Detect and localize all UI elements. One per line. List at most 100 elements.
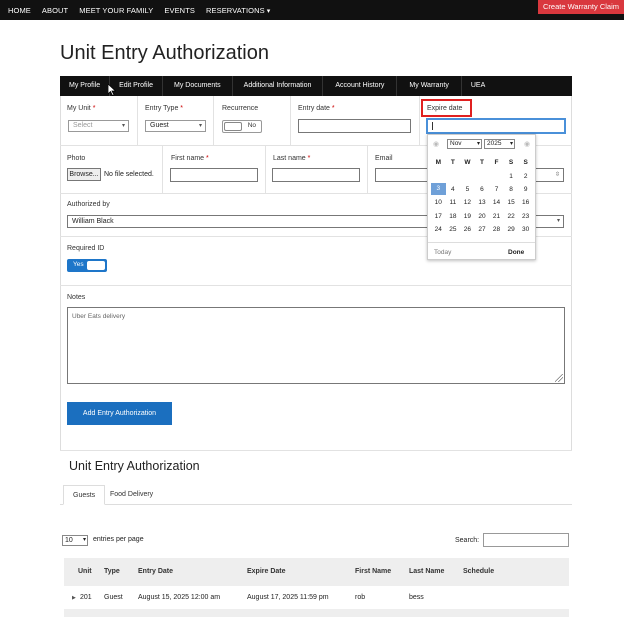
calendar-day[interactable]: 23: [518, 213, 533, 220]
expand-row-icon[interactable]: ▶: [72, 595, 76, 601]
calendar-day[interactable]: 26: [460, 226, 475, 233]
stepper-icon[interactable]: ⇳: [555, 169, 560, 181]
calendar-day[interactable]: 6: [475, 186, 490, 193]
calendar-week: 17 18 19 20 21 22 23: [431, 210, 533, 223]
datepicker-popup: ◉ Nov 2025 ◉ MTWTFSS12345678910111213141…: [427, 134, 536, 260]
weekday-header: MTWTFSS: [431, 156, 533, 169]
calendar-day[interactable]: 8: [504, 186, 519, 193]
tab-my-documents[interactable]: My Documents: [163, 76, 233, 96]
last-name-input[interactable]: [272, 168, 360, 182]
column-first-name[interactable]: First Name: [355, 568, 391, 575]
tab-guests[interactable]: Guests: [63, 485, 106, 505]
calendar-day[interactable]: 18: [446, 213, 461, 220]
column-entry-date[interactable]: Entry Date: [138, 568, 173, 575]
year-select[interactable]: 2025: [484, 139, 515, 149]
column-last-name[interactable]: Last Name: [409, 568, 444, 575]
row-divider: [60, 285, 572, 286]
phone-stepper[interactable]: ⇳: [534, 168, 564, 182]
nav-home[interactable]: HOME: [8, 6, 31, 15]
last-name-label: Last name *: [273, 155, 311, 162]
calendar-day[interactable]: 14: [489, 199, 504, 206]
month-select[interactable]: Nov: [447, 139, 482, 149]
calendar-day[interactable]: 15: [504, 199, 519, 206]
tab-uea[interactable]: UEA: [462, 76, 494, 96]
done-button[interactable]: Done: [508, 247, 530, 258]
nav-about[interactable]: ABOUT: [42, 6, 68, 15]
tab-food-delivery[interactable]: Food Delivery: [101, 485, 162, 505]
tab-additional-information[interactable]: Additional Information: [233, 76, 324, 96]
resize-grip-icon[interactable]: [555, 374, 563, 382]
calendar-day[interactable]: 5: [460, 186, 475, 193]
column-expire-date[interactable]: Expire Date: [247, 568, 286, 575]
cell-expire-date: August 17, 2025 11:59 pm: [247, 594, 329, 601]
create-warranty-claim-button[interactable]: Create Warranty Claim: [538, 0, 624, 14]
tab-account-history[interactable]: Account History: [323, 76, 398, 96]
browse-button[interactable]: Browse...: [67, 168, 101, 181]
nav-meet-your-family[interactable]: MEET YOUR FAMILY: [79, 6, 153, 15]
profile-tab-bar: My Profile Edit Profile My Documents Add…: [60, 76, 572, 96]
tab-my-profile[interactable]: My Profile: [60, 76, 111, 96]
calendar-day[interactable]: 28: [489, 226, 504, 233]
column-divider: [213, 96, 214, 145]
email-label: Email: [375, 155, 393, 162]
calendar-day[interactable]: 25: [446, 226, 461, 233]
first-name-input[interactable]: [170, 168, 258, 182]
required-id-toggle[interactable]: Yes: [67, 259, 107, 272]
prev-month-icon[interactable]: ◉: [433, 140, 439, 148]
next-month-icon[interactable]: ◉: [524, 140, 530, 148]
calendar-day[interactable]: 29: [504, 226, 519, 233]
calendar-day[interactable]: 30: [518, 226, 533, 233]
my-unit-label: My Unit *: [67, 105, 96, 112]
cell-unit: 201: [80, 594, 92, 601]
calendar-day[interactable]: 22: [504, 213, 519, 220]
calendar-day[interactable]: 9: [518, 186, 533, 193]
search-input[interactable]: [483, 533, 569, 547]
cell-first-name: rob: [355, 594, 366, 601]
entry-date-input[interactable]: [298, 119, 411, 133]
column-type[interactable]: Type: [104, 568, 120, 575]
calendar-day[interactable]: 10: [431, 199, 446, 206]
first-name-label: First name *: [171, 155, 209, 162]
section-title: Unit Entry Authorization: [69, 459, 200, 473]
calendar-day[interactable]: 16: [518, 199, 533, 206]
nav-events[interactable]: EVENTS: [164, 6, 195, 15]
calendar-day[interactable]: 3: [431, 183, 446, 196]
calendar-day[interactable]: 24: [431, 226, 446, 233]
calendar-day[interactable]: 7: [489, 186, 504, 193]
file-status: No file selected.: [104, 171, 154, 178]
calendar-day[interactable]: 17: [431, 213, 446, 220]
recurrence-toggle[interactable]: No: [222, 120, 262, 133]
calendar-day[interactable]: 19: [460, 213, 475, 220]
page-title: Unit Entry Authorization: [60, 42, 269, 64]
nav-reservations-dropdown[interactable]: RESERVATIONS: [206, 6, 270, 15]
calendar-day[interactable]: 27: [475, 226, 490, 233]
mouse-pointer-icon: [108, 84, 116, 96]
add-entry-authorization-button[interactable]: Add Entry Authorization: [67, 402, 172, 425]
tab-my-warranty[interactable]: My Warranty: [397, 76, 462, 96]
calendar-day[interactable]: 21: [489, 213, 504, 220]
column-unit[interactable]: Unit: [78, 568, 92, 575]
entries-per-page-select[interactable]: 10: [62, 535, 88, 546]
toggle-text: No: [247, 122, 256, 129]
today-button[interactable]: Today: [434, 247, 456, 258]
search-label: Search:: [455, 537, 480, 544]
table-row[interactable]: ▶ 201 Guest August 15, 2025 12:00 am Aug…: [64, 586, 569, 610]
tab-edit-profile[interactable]: Edit Profile: [110, 76, 163, 96]
my-unit-select[interactable]: Select: [68, 120, 129, 132]
calendar-day[interactable]: 20: [475, 213, 490, 220]
expire-date-input[interactable]: [427, 119, 565, 133]
weekday-label: M: [435, 159, 441, 167]
calendar-day[interactable]: 12: [460, 199, 475, 206]
notes-textarea[interactable]: Uber Eats delivery: [67, 307, 565, 384]
calendar-day[interactable]: 2: [518, 173, 533, 180]
column-schedule[interactable]: Schedule: [463, 568, 494, 575]
calendar-day[interactable]: 1: [504, 173, 519, 180]
calendar-day[interactable]: 13: [475, 199, 490, 206]
calendar-day[interactable]: 4: [446, 186, 461, 193]
required-id-label: Required ID: [67, 245, 105, 252]
top-nav-links: HOME ABOUT MEET YOUR FAMILY EVENTS RESER…: [8, 0, 270, 20]
entries-table: Unit Type Entry Date Expire Date First N…: [64, 558, 569, 610]
entry-type-select[interactable]: Guest: [145, 120, 206, 132]
email-input[interactable]: [375, 168, 428, 182]
calendar-day[interactable]: 11: [446, 199, 461, 206]
